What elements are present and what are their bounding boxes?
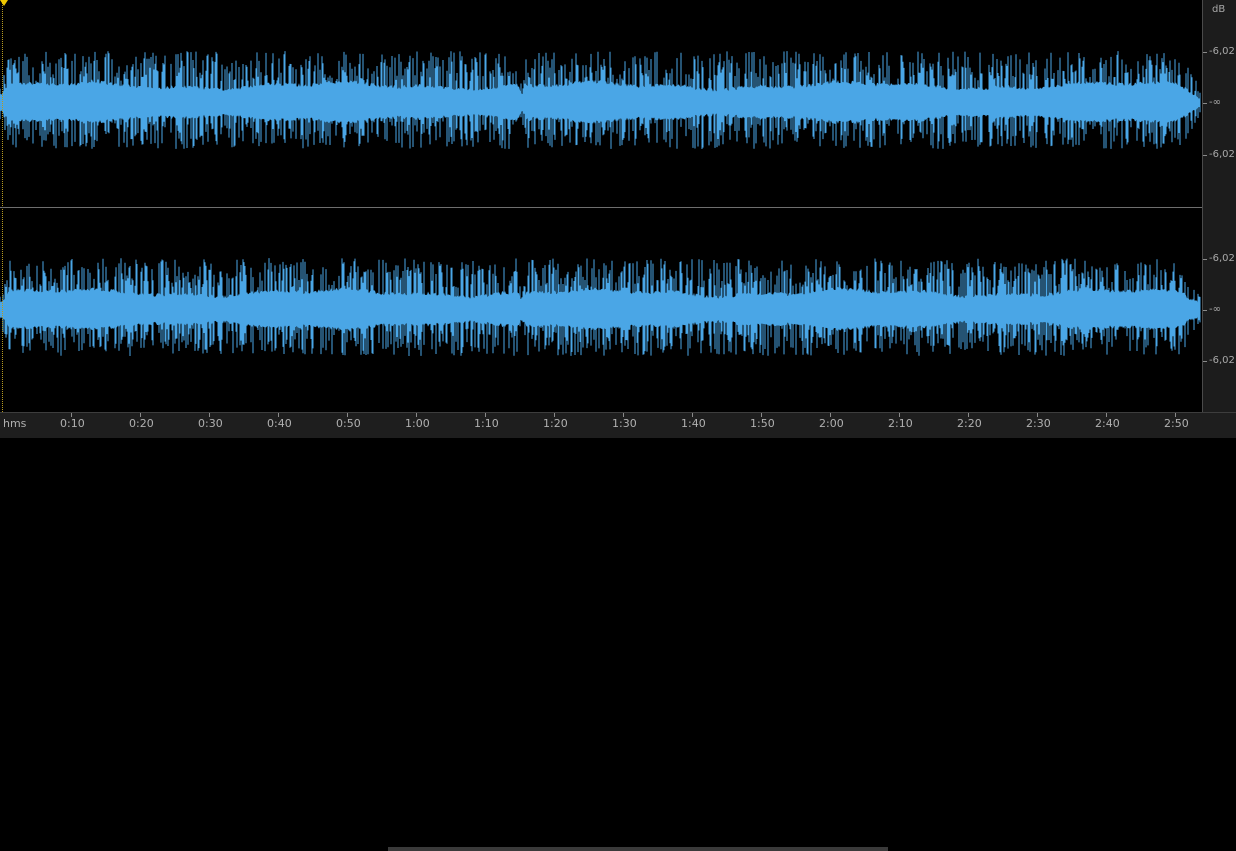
time-label-1-50: 1:50 bbox=[750, 417, 775, 430]
channel-2-body bbox=[0, 286, 1200, 331]
time-label-2-20: 2:20 bbox=[957, 417, 982, 430]
time-label-2-10: 2:10 bbox=[888, 417, 913, 430]
time-label-0-20: 0:20 bbox=[129, 417, 154, 430]
time-label-0-10: 0:10 bbox=[60, 417, 85, 430]
time-tick bbox=[416, 413, 417, 417]
playhead-marker-icon[interactable] bbox=[0, 0, 8, 6]
channel-2-waveform bbox=[0, 258, 1201, 356]
time-label-1-10: 1:10 bbox=[474, 417, 499, 430]
time-tick bbox=[1175, 413, 1176, 417]
time-label-1-20: 1:20 bbox=[543, 417, 568, 430]
playhead-cursor[interactable] bbox=[2, 0, 3, 412]
time-label-0-30: 0:30 bbox=[198, 417, 223, 430]
waveform-display[interactable] bbox=[0, 0, 1202, 412]
time-tick bbox=[278, 413, 279, 417]
time-label-2-50: 2:50 bbox=[1164, 417, 1189, 430]
amp-tick bbox=[1203, 259, 1207, 260]
time-label-1-30: 1:30 bbox=[612, 417, 637, 430]
time-tick bbox=[71, 413, 72, 417]
time-label-1-40: 1:40 bbox=[681, 417, 706, 430]
waveform-editor: dB -6,02 -∞ -6,02 -6,02 -∞ -6,02 hms 0:1… bbox=[0, 0, 1236, 851]
amp-tick bbox=[1203, 103, 1207, 104]
time-tick bbox=[1037, 413, 1038, 417]
ch1-amp-center-label: -∞ bbox=[1209, 97, 1221, 108]
ch1-amp-bottom-label: -6,02 bbox=[1209, 149, 1235, 160]
amplitude-unit-label: dB bbox=[1212, 4, 1226, 15]
time-tick bbox=[830, 413, 831, 417]
time-label-2-30: 2:30 bbox=[1026, 417, 1051, 430]
time-tick bbox=[1106, 413, 1107, 417]
ch2-amp-top-label: -6,02 bbox=[1209, 253, 1235, 264]
amp-tick bbox=[1203, 52, 1207, 53]
amp-tick bbox=[1203, 155, 1207, 156]
amp-tick bbox=[1203, 361, 1207, 362]
amp-tick bbox=[1203, 310, 1207, 311]
time-label-1-00: 1:00 bbox=[405, 417, 430, 430]
ch1-amp-top-label: -6,02 bbox=[1209, 46, 1235, 57]
time-tick bbox=[692, 413, 693, 417]
time-unit-label: hms bbox=[3, 417, 27, 430]
channel-1-waveform bbox=[0, 51, 1201, 149]
time-tick bbox=[968, 413, 969, 417]
time-tick bbox=[554, 413, 555, 417]
time-tick bbox=[761, 413, 762, 417]
time-label-0-40: 0:40 bbox=[267, 417, 292, 430]
channel-divider bbox=[0, 207, 1236, 208]
time-tick bbox=[485, 413, 486, 417]
ch2-amp-center-label: -∞ bbox=[1209, 304, 1221, 315]
time-tick bbox=[623, 413, 624, 417]
horizontal-scroll-thumb[interactable] bbox=[388, 847, 888, 851]
time-label-2-40: 2:40 bbox=[1095, 417, 1120, 430]
time-label-2-00: 2:00 bbox=[819, 417, 844, 430]
waveform-svg bbox=[0, 51, 1201, 356]
time-tick bbox=[209, 413, 210, 417]
time-label-0-50: 0:50 bbox=[336, 417, 361, 430]
time-tick bbox=[140, 413, 141, 417]
time-tick bbox=[347, 413, 348, 417]
time-ruler[interactable]: hms 0:10 0:20 0:30 0:40 0:50 1:00 1:10 1:20 1:30… bbox=[0, 412, 1236, 851]
ch2-amp-bottom-label: -6,02 bbox=[1209, 355, 1235, 366]
amplitude-ruler: dB -6,02 -∞ -6,02 -6,02 -∞ -6,02 bbox=[1202, 0, 1236, 412]
time-tick bbox=[899, 413, 900, 417]
